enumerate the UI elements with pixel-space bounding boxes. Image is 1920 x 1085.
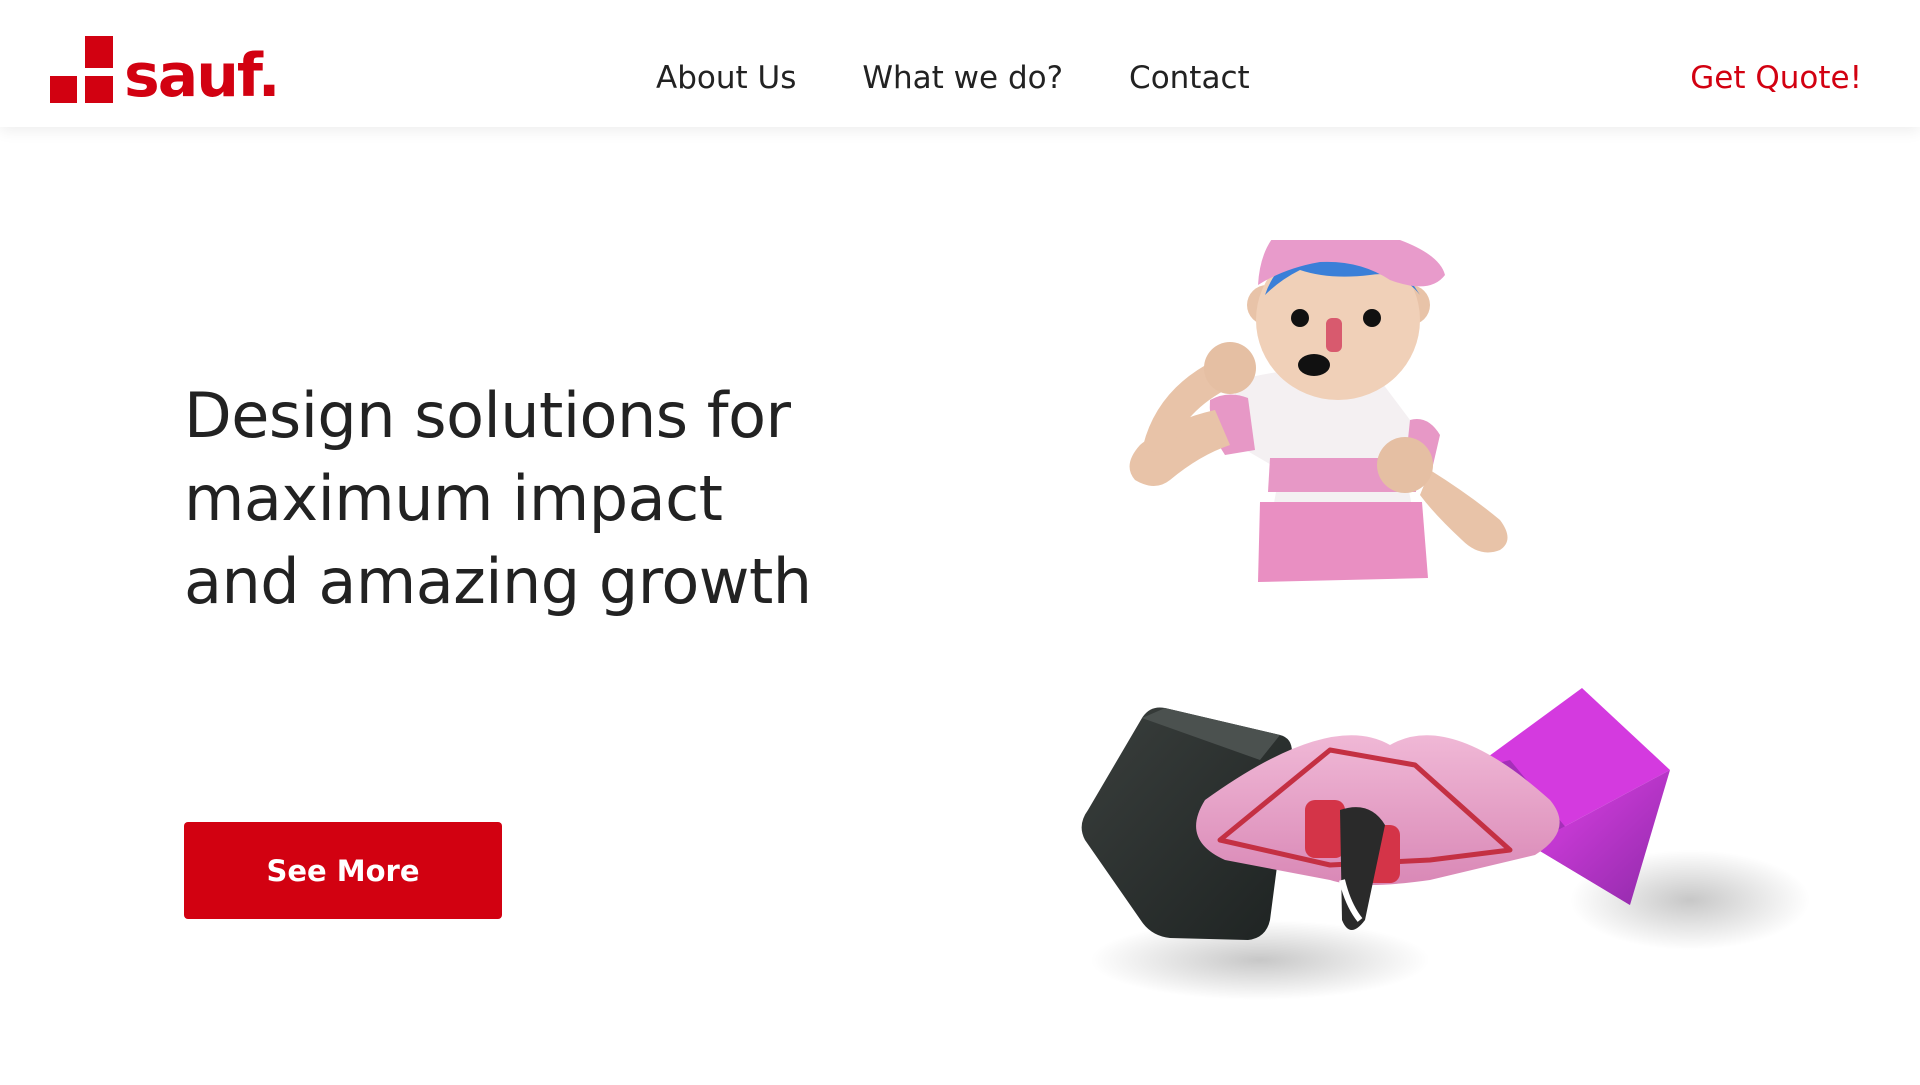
nose	[1326, 318, 1342, 352]
hero-illustration	[1081, 240, 1810, 1000]
nav-what-we-do[interactable]: What we do?	[862, 60, 1063, 96]
right-fist	[1377, 437, 1433, 493]
left-eye	[1291, 309, 1309, 327]
mouth	[1298, 354, 1330, 376]
logo-wordmark: sauf.	[124, 41, 281, 111]
site-header: sauf. About Us What we do? Contact Get Q…	[0, 0, 1920, 127]
left-fist	[1204, 342, 1256, 394]
main-nav: About Us What we do? Contact	[656, 60, 1250, 96]
hero-title: Design solutions for maximum impact and …	[184, 374, 904, 623]
get-quote-link[interactable]: Get Quote!	[1690, 60, 1862, 96]
hero-title-line: and amazing growth	[184, 545, 812, 618]
nav-contact[interactable]: Contact	[1129, 60, 1250, 96]
logo-blocks-icon	[50, 36, 114, 103]
logo[interactable]: sauf.	[50, 36, 281, 106]
right-eye	[1363, 309, 1381, 327]
hero-title-line: Design solutions for	[184, 379, 791, 452]
nav-about-us[interactable]: About Us	[656, 60, 796, 96]
hero-title-line: maximum impact	[184, 462, 723, 535]
see-more-button[interactable]: See More	[184, 822, 502, 919]
